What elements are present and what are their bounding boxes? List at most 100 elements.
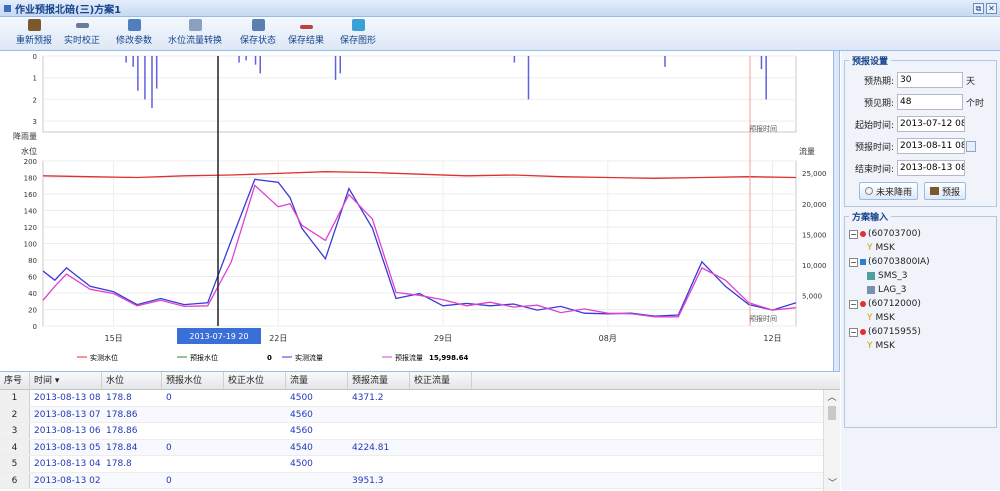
grid-scrollbar[interactable]: ︿ ﹀ <box>823 390 840 491</box>
modify-params-button[interactable]: 修改参数 <box>112 19 156 49</box>
reforecast-label: 重新预报 <box>15 36 52 46</box>
rain-bar <box>238 56 240 63</box>
hydrograph-chart[interactable]: 0123 降雨量 预报时间 水位 流量 20018016014012010080… <box>7 51 833 368</box>
cell-flow: 4500 <box>290 393 313 403</box>
tree-node[interactable]: − (60703800IA) <box>849 255 992 269</box>
rain-bar <box>664 56 666 67</box>
cell-flow: 4500 <box>290 459 313 469</box>
table-row[interactable]: 5 2013-08-13 04 178.8 4500 <box>0 456 840 473</box>
forecast-button[interactable]: 预报 <box>924 182 967 200</box>
model-icon: Y <box>867 341 873 351</box>
start-time-input[interactable] <box>897 116 965 132</box>
tree-leaf[interactable]: SMS_3 <box>849 269 992 283</box>
forecast-time-label: 预报时间: <box>854 142 894 153</box>
station-icon <box>860 301 866 307</box>
scheme-tree: − (60703700) Y MSK − (60703800IA) SMS_3 … <box>849 227 992 353</box>
stage-tick-label: 20 <box>28 307 37 315</box>
forecast-time-label-bottom: 预报时间 <box>749 314 777 323</box>
tree-node[interactable]: − (60715955) <box>849 325 992 339</box>
station-icon <box>860 231 866 237</box>
forecast-time-input[interactable] <box>897 138 965 154</box>
scroll-down-icon[interactable]: ﹀ <box>824 476 841 489</box>
tree-node-label: (60703700) <box>868 229 921 239</box>
tree-leaf[interactable]: Y MSK <box>849 339 992 353</box>
collapse-icon[interactable]: − <box>849 299 858 309</box>
cell-flow: 4540 <box>290 442 313 453</box>
realtime-correction-button[interactable]: 实时校正 <box>60 19 104 49</box>
stage-tick-label: 60 <box>28 274 37 282</box>
col-header-forecast-stage[interactable]: 预报水位 <box>162 372 224 389</box>
forecast-run-icon <box>930 187 940 195</box>
rain-tick-label: 0 <box>33 53 37 61</box>
col-header-flow[interactable]: 流量 <box>286 372 348 389</box>
scroll-thumb[interactable] <box>828 406 836 420</box>
save-graph-button[interactable]: 保存图形 <box>336 19 380 49</box>
cell-index: 2 <box>0 406 30 422</box>
cell-corrected-flow <box>410 407 472 423</box>
future-rain-label: 未来降雨 <box>876 187 913 198</box>
tree-leaf[interactable]: Y MSK <box>849 311 992 325</box>
model-icon <box>867 272 875 280</box>
tree-leaf[interactable]: LAG_3 <box>849 283 992 297</box>
save-state-icon <box>251 19 265 31</box>
cell-stage: 178.84 <box>106 442 138 453</box>
stage-tick-label: 120 <box>24 224 37 232</box>
collapse-icon[interactable]: − <box>849 229 858 239</box>
table-row[interactable]: 4 2013-08-13 05 178.84 0 4540 4224.81 <box>0 439 840 456</box>
scroll-up-icon[interactable]: ︿ <box>824 390 840 404</box>
rain-bar <box>760 56 763 70</box>
flow-tick-label: 25,000 <box>802 170 827 178</box>
col-header-stage[interactable]: 水位 <box>102 372 162 389</box>
end-time-input[interactable] <box>897 160 965 176</box>
restore-button[interactable]: ⧉ <box>973 2 984 14</box>
x-tick-label: 08月 <box>599 334 617 343</box>
rain-bar <box>151 56 153 109</box>
cell-forecast-flow <box>348 423 410 439</box>
tree-node[interactable]: − (60703700) <box>849 227 992 241</box>
table-row[interactable]: 6 2013-08-13 02 0 3951.3 <box>0 472 840 489</box>
calendar-icon[interactable] <box>966 140 976 152</box>
cell-time: 2013-08-13 07 <box>34 409 101 420</box>
col-header-corrected-flow[interactable]: 校正流量 <box>410 372 472 389</box>
scheme-input-legend: 方案输入 <box>852 213 889 223</box>
col-header-corrected-stage[interactable]: 校正水位 <box>224 372 286 389</box>
stage-flow-convert-button[interactable]: 水位流量转换 <box>165 19 225 49</box>
col-header-time[interactable]: 时间 ▾ <box>30 372 102 389</box>
rain-bar <box>137 56 139 91</box>
correction-icon <box>75 23 89 28</box>
tree-node-label: (60715955) <box>868 327 921 337</box>
cell-stage <box>102 473 162 489</box>
tree-node[interactable]: − (60712000) <box>849 297 992 311</box>
window-title: 作业预报北碚(三)方案1 <box>15 4 122 16</box>
model-icon <box>867 286 875 294</box>
stage-tick-label: 100 <box>24 241 37 249</box>
flow-axis-label: 流量 <box>799 146 815 156</box>
col-header-forecast-flow[interactable]: 预报流量 <box>348 372 410 389</box>
stage-tick-label: 180 <box>24 175 37 183</box>
table-row[interactable]: 1 2013-08-13 08 178.8 0 4500 4371.2 <box>0 390 840 407</box>
close-button[interactable]: ✕ <box>986 2 997 14</box>
forecast-button-label: 预报 <box>942 187 961 198</box>
cell-time: 2013-08-13 02 <box>34 475 101 486</box>
leadtime-label: 预见期: <box>863 98 894 109</box>
reforecast-button[interactable]: 重新预报 <box>10 19 58 49</box>
warmup-input[interactable] <box>897 72 963 88</box>
leadtime-input[interactable] <box>897 94 963 110</box>
flow-tick-label: 10,000 <box>802 262 827 270</box>
tree-leaf-label: MSK <box>875 341 895 351</box>
leadtime-unit: 个时 <box>966 98 985 109</box>
tree-leaf[interactable]: Y MSK <box>849 241 992 255</box>
save-result-icon <box>299 25 313 29</box>
rain-bar <box>144 56 146 100</box>
cell-corrected-stage <box>224 473 286 489</box>
save-result-button[interactable]: 保存结果 <box>284 19 328 49</box>
table-row[interactable]: 3 2013-08-13 06 178.86 4560 <box>0 423 840 440</box>
save-state-button[interactable]: 保存状态 <box>236 19 280 49</box>
collapse-icon[interactable]: − <box>849 257 858 267</box>
stage-flow-convert-label: 水位流量转换 <box>167 36 222 46</box>
collapse-icon[interactable]: − <box>849 327 858 337</box>
col-header-index[interactable]: 序号 <box>0 372 30 389</box>
grid-body: 1 2013-08-13 08 178.8 0 4500 4371.2 2 2013-08-1… <box>0 390 840 489</box>
future-rain-button[interactable]: 未来降雨 <box>859 182 919 200</box>
table-row[interactable]: 2 2013-08-13 07 178.86 4560 <box>0 406 840 423</box>
